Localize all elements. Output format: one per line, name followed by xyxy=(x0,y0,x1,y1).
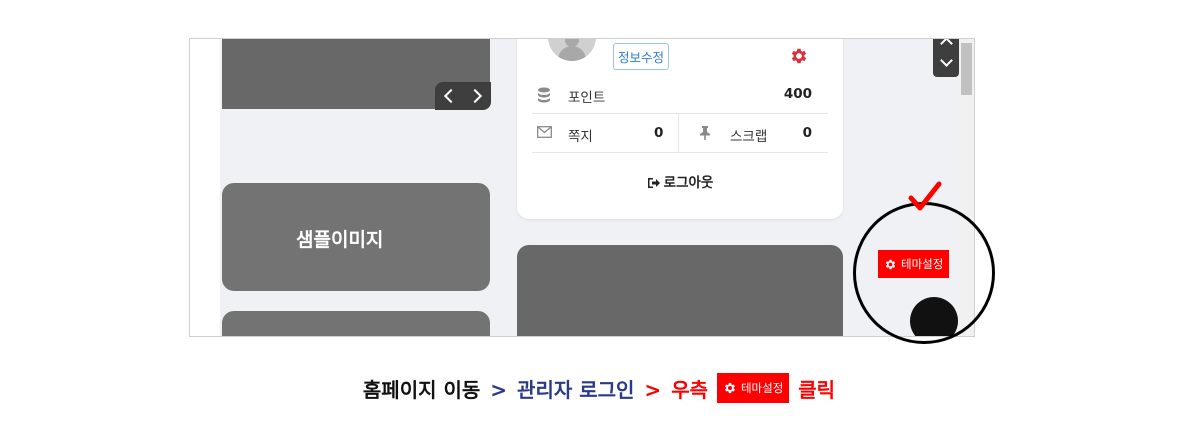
points-row[interactable]: 포인트 400 xyxy=(532,75,828,114)
scrap-value: 0 xyxy=(802,125,812,141)
memo-label[interactable]: 쪽지 xyxy=(568,125,593,145)
pin-icon xyxy=(700,126,710,140)
caption-step3-prefix: 우측 xyxy=(671,378,708,402)
scroll-top-bottom-buttons[interactable] xyxy=(933,39,959,77)
sample-image-label: 샘플이미지 xyxy=(296,229,384,251)
slider-nav[interactable] xyxy=(435,82,491,110)
caption-step2: 관리자 로그인 xyxy=(517,378,635,402)
caption-theme-button: 테마설정 xyxy=(716,373,790,403)
chevron-up-icon[interactable] xyxy=(940,39,953,50)
logout-icon xyxy=(647,178,660,188)
points-label: 포인트 xyxy=(568,90,606,106)
scrollbar-thumb[interactable] xyxy=(961,43,972,95)
chevron-down-icon[interactable] xyxy=(940,54,953,67)
image-block-right xyxy=(517,245,843,336)
chevron-left-icon[interactable] xyxy=(443,88,459,104)
scrap-label[interactable]: 스크랩 xyxy=(730,125,767,145)
instruction-caption: 홈페이지 이동 > 관리자 로그인 > 우측 테마설정 클릭 xyxy=(0,373,1198,403)
gear-icon[interactable] xyxy=(789,46,809,66)
memo-scrap-row: 쪽지 0 스크랩 0 xyxy=(532,114,828,153)
image-block-bottom xyxy=(222,311,490,336)
caption-theme-button-label: 테마설정 xyxy=(740,381,784,395)
envelope-icon xyxy=(537,126,552,138)
caption-step3-suffix: 클릭 xyxy=(798,378,836,402)
checkmark-icon xyxy=(908,181,942,211)
avatar xyxy=(548,39,596,61)
caption-sep1: > xyxy=(490,378,508,402)
profile-card: 정보수정 포인트 400 쪽지 0 스크랩 0 로그아웃 xyxy=(517,39,843,219)
caption-sep2: > xyxy=(644,378,662,402)
gear-icon xyxy=(724,382,735,394)
caption-step1: 홈페이지 이동 xyxy=(362,378,481,402)
logout-label: 로그아웃 xyxy=(663,175,714,191)
row-divider xyxy=(678,114,679,152)
points-value: 400 xyxy=(783,86,812,102)
memo-value: 0 xyxy=(654,125,664,141)
left-white-strip xyxy=(190,39,220,336)
chevron-right-icon[interactable] xyxy=(467,88,483,104)
edit-profile-button[interactable]: 정보수정 xyxy=(613,43,670,70)
database-icon xyxy=(538,87,550,103)
logout-button[interactable]: 로그아웃 xyxy=(517,171,843,191)
highlight-circle xyxy=(853,202,995,344)
